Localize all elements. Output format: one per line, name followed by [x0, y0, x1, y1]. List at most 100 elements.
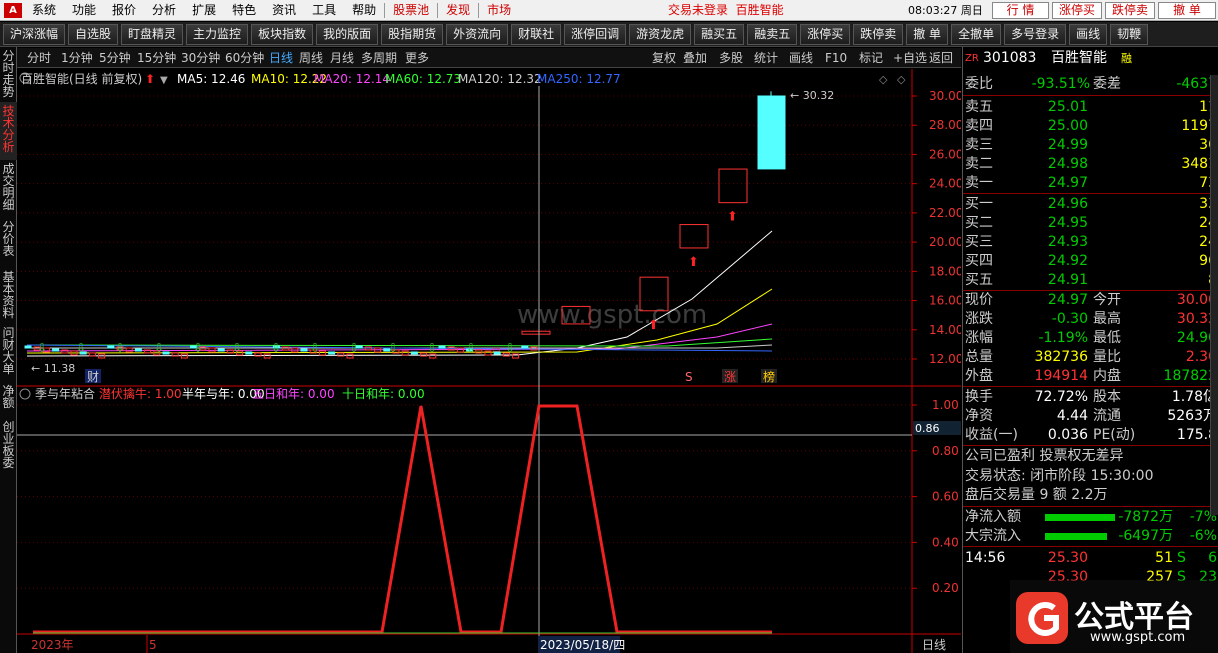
trade-status: 交易状态: 闭市阶段 15:30:00: [965, 468, 1154, 484]
kline-chart[interactable]: 30.00 28.00 26.00 24.00 22.00 20.00 18.00 16.00…: [17, 69, 961, 653]
candle: [125, 347, 133, 353]
bid-price: 24.93: [1047, 234, 1088, 250]
toolbar-button[interactable]: 多号登录: [1004, 23, 1067, 45]
toolbar-button[interactable]: 涨停买: [800, 23, 851, 45]
buy-signal-arrow-icon: ⇩: [232, 341, 242, 355]
toolbar-button[interactable]: 股指期货: [381, 23, 444, 45]
menu-item-analysis[interactable]: 分析: [144, 0, 184, 21]
event-mark-cai[interactable]: 财: [87, 370, 99, 384]
expand-icon[interactable]: ◇: [879, 73, 888, 86]
bid-row: 买三 24.93 24: [963, 233, 1218, 252]
tab-4[interactable]: 30分钟: [181, 48, 220, 68]
ask-row: 卖三 24.99 36: [963, 136, 1218, 155]
sidebar-item-5[interactable]: 问财大单: [0, 324, 17, 382]
limit-up-buy-button[interactable]: 涨停买: [1052, 2, 1102, 19]
bid-price: 24.96: [1047, 196, 1088, 212]
legend-collapse-icon[interactable]: [19, 388, 31, 400]
toolbar-button[interactable]: 画线: [1069, 23, 1108, 45]
tab-right-1[interactable]: 叠加: [683, 48, 707, 68]
toolbar-button[interactable]: 自选股: [68, 23, 119, 45]
toolbar-button[interactable]: 撤 单: [906, 23, 949, 45]
ask-label: 卖五: [965, 99, 993, 115]
tab-9[interactable]: 多周期: [361, 48, 397, 68]
toolbar-button[interactable]: 跌停卖: [853, 23, 904, 45]
menu-item-quote[interactable]: 报价: [104, 0, 144, 21]
tab-6[interactable]: 日线: [269, 48, 293, 68]
stat-label: 今开: [1093, 292, 1121, 308]
tab-0[interactable]: 分时: [27, 48, 51, 68]
candle: [24, 345, 32, 349]
menu-item-extend[interactable]: 扩展: [184, 0, 224, 21]
stat-value: 30.32: [1176, 311, 1217, 327]
bid-label: 买一: [965, 196, 993, 212]
toolbar-button[interactable]: 游资龙虎: [629, 23, 692, 45]
toolbar-button[interactable]: 全撤单: [951, 23, 1002, 45]
event-mark-bang[interactable]: 榜: [763, 369, 775, 384]
candle: [328, 351, 336, 355]
tab-2[interactable]: 5分钟: [99, 48, 131, 68]
menu-item-tools[interactable]: 工具: [304, 0, 344, 21]
menu-item-discover[interactable]: 发现: [438, 0, 478, 21]
tab-right-7[interactable]: +自选: [893, 48, 927, 68]
toolbar-button[interactable]: 财联社: [511, 23, 562, 45]
bid-label: 买二: [965, 215, 993, 231]
dropdown-icon[interactable]: ▼: [160, 75, 168, 86]
limit-down-sell-button[interactable]: 跌停卖: [1105, 2, 1155, 19]
candle: [438, 345, 446, 349]
toolbar-button[interactable]: 涨停回调: [564, 23, 627, 45]
ask-row: 卖二 24.98 3481: [963, 155, 1218, 174]
sidebar-item-0[interactable]: 分时走势: [0, 47, 17, 102]
ma-legend-5: MA250: 12.77: [537, 72, 621, 86]
tab-10[interactable]: 更多: [405, 48, 429, 68]
menu-item-help[interactable]: 帮助: [344, 0, 384, 21]
toolbar-button[interactable]: 外资流向: [446, 23, 509, 45]
cancel-order-button[interactable]: 撤 单: [1158, 2, 1216, 19]
tab-7[interactable]: 周线: [299, 48, 323, 68]
menu-item-system[interactable]: 系统: [24, 0, 64, 21]
candle: [757, 95, 786, 170]
tab-8[interactable]: 月线: [330, 48, 354, 68]
stat-row: 涨跌 -0.30 最高 30.32: [963, 310, 1218, 329]
scrollbar[interactable]: [1210, 75, 1218, 515]
sidebar-item-3[interactable]: 分价表: [0, 218, 17, 268]
toolbar-button[interactable]: 主力监控: [186, 23, 249, 45]
menu-item-feature[interactable]: 特色: [224, 0, 264, 21]
close-pane-icon[interactable]: ◇: [897, 73, 906, 86]
price-tick-label: 12.00: [929, 352, 961, 366]
tab-1[interactable]: 1分钟: [61, 48, 93, 68]
sidebar-item-7[interactable]: 创业板委: [0, 418, 17, 469]
buy-signal-arrow-icon: ⇩: [466, 341, 476, 355]
tab-right-0[interactable]: 复权: [652, 48, 676, 68]
tab-right-5[interactable]: F10: [825, 48, 847, 68]
menu-item-news[interactable]: 资讯: [264, 0, 304, 21]
tab-right-8[interactable]: 返回: [929, 48, 953, 68]
toolbar-button[interactable]: 板块指数: [251, 23, 314, 45]
tab-right-4[interactable]: 画线: [789, 48, 813, 68]
tab-right-2[interactable]: 多股: [719, 48, 743, 68]
bid-price: 24.91: [1047, 272, 1088, 288]
event-mark-s[interactable]: S: [685, 370, 693, 384]
toolbar-button[interactable]: 韧鞭: [1110, 23, 1149, 45]
toolbar-button[interactable]: 沪深涨幅: [3, 23, 66, 45]
tab-right-6[interactable]: 标记: [859, 48, 883, 68]
event-mark-zhang[interactable]: 涨: [724, 369, 736, 384]
menu-item-stock-pool[interactable]: 股票池: [385, 0, 437, 21]
toolbar-button[interactable]: 融买五: [694, 23, 745, 45]
ask-volume: 3481: [1181, 156, 1217, 172]
ask-label: 卖四: [965, 118, 993, 134]
toolbar-button[interactable]: 融卖五: [747, 23, 798, 45]
toolbar-button[interactable]: 我的版面: [316, 23, 379, 45]
sidebar-item-2[interactable]: 成交明细: [0, 160, 17, 218]
tab-3[interactable]: 15分钟: [137, 48, 176, 68]
toolbar-button[interactable]: 盯盘精灵: [121, 23, 184, 45]
buy-signal-arrow-icon: ⇩: [154, 341, 164, 355]
sidebar-item-1[interactable]: 技术分析: [0, 102, 17, 160]
quote-button[interactable]: 行 情: [992, 2, 1049, 19]
sidebar-item-4[interactable]: 基本资料: [0, 268, 17, 324]
tab-5[interactable]: 60分钟: [225, 48, 264, 68]
sidebar-item-6[interactable]: 净额: [0, 382, 17, 418]
menu-item-function[interactable]: 功能: [64, 0, 104, 21]
indicator-tick-label: 0.40: [932, 535, 959, 549]
menu-item-market[interactable]: 市场: [479, 0, 519, 21]
tab-right-3[interactable]: 统计: [754, 48, 778, 68]
